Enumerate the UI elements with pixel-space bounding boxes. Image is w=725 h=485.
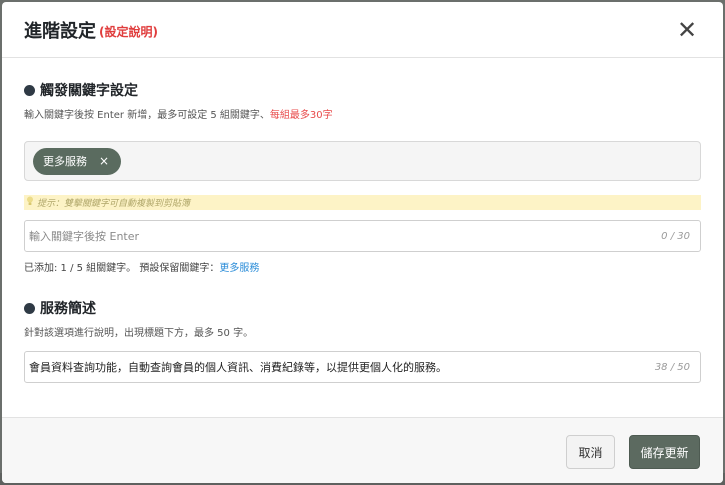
reserved-keyword-link[interactable]: 更多服務 [219, 263, 259, 274]
keyword-tag[interactable]: 更多服務 × [33, 147, 122, 175]
advanced-settings-dialog: 進階設定 (設定說明) ✕ 觸發關鍵字設定 輸入關鍵字後按 Enter 新增，最… [2, 2, 723, 483]
dialog-body: 觸發關鍵字設定 輸入關鍵字後按 Enter 新增，最多可設定 5 組關鍵字、每組… [2, 80, 723, 383]
keyword-char-counter: 0 / 30 [661, 230, 690, 242]
tip-banner: 提示：雙擊關鍵字可自動複製到剪貼簿 [24, 195, 701, 210]
cancel-button[interactable]: 取消 [566, 435, 615, 469]
keyword-tag-label: 更多服務 [43, 155, 87, 168]
description-hint: 針對該選項進行說明，出現標題下方，最多 50 字。 [24, 328, 254, 339]
dialog-title: 進階設定 [24, 20, 96, 42]
bullet-icon [24, 84, 35, 96]
description-section-title: 服務簡述 [24, 298, 701, 318]
keyword-input-box: 0 / 30 [24, 220, 701, 252]
added-keywords-status: 已添加: 1 / 5 組關鍵字。 預設保留關鍵字：更多服務 [24, 259, 701, 274]
remove-tag-icon[interactable]: × [99, 154, 109, 168]
bullet-icon [24, 302, 35, 314]
keyword-hint: 輸入關鍵字後按 Enter 新增，最多可設定 5 組關鍵字、每組最多30字 [24, 106, 701, 121]
description-section-label: 服務簡述 [40, 301, 96, 317]
description-char-counter: 38 / 50 [654, 361, 690, 373]
lightbulb-icon [26, 196, 34, 209]
dialog-header: 進階設定 (設定說明) ✕ [2, 2, 723, 58]
description-input[interactable]: 會員資料查詢功能，自動查詢會員的個人資訊、消費紀錄等，以提供更個人化的服務。 3… [24, 351, 701, 383]
tip-text: 提示：雙擊關鍵字可自動複製到剪貼簿 [37, 199, 191, 209]
description-value: 會員資料查詢功能，自動查詢會員的個人資訊、消費紀錄等，以提供更個人化的服務。 [29, 361, 447, 374]
settings-help-link[interactable]: (設定說明) [99, 23, 158, 40]
dialog-footer: 取消 儲存更新 [2, 417, 723, 483]
keyword-hint-text: 輸入關鍵字後按 Enter 新增，最多可設定 5 組關鍵字、 [24, 110, 270, 121]
keyword-input[interactable] [29, 229, 662, 243]
close-icon[interactable]: ✕ [675, 16, 699, 44]
keyword-hint-limit: 每組最多30字 [269, 110, 333, 121]
save-button[interactable]: 儲存更新 [629, 435, 700, 469]
added-keywords-text: 已添加: 1 / 5 組關鍵字。 預設保留關鍵字： [24, 263, 220, 274]
keyword-section-title: 觸發關鍵字設定 [24, 80, 701, 100]
keyword-section-label: 觸發關鍵字設定 [40, 83, 138, 99]
keyword-tag-area: 更多服務 × [24, 141, 701, 181]
